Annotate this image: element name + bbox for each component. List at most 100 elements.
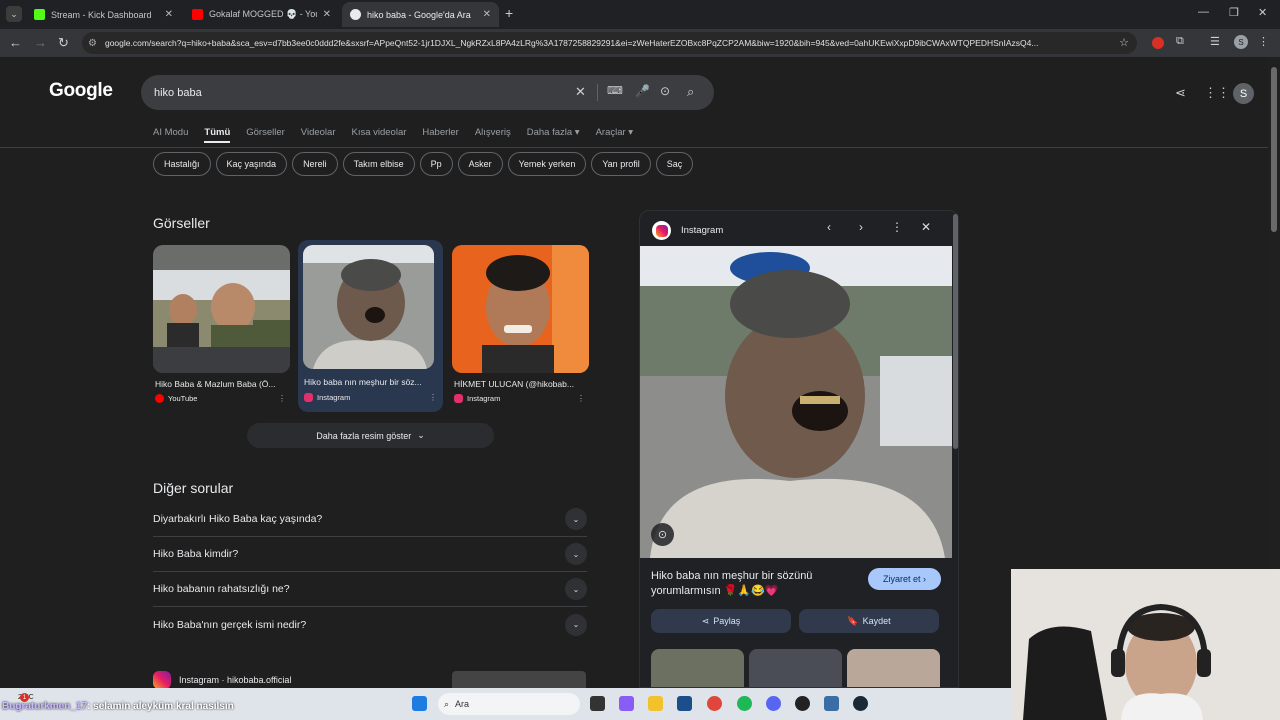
next-icon[interactable]: › xyxy=(859,220,863,234)
minimize-button[interactable]: — xyxy=(1198,6,1209,18)
more-options-icon[interactable]: ⋮ xyxy=(891,220,903,234)
tab-kick-dashboard[interactable]: Stream - Kick Dashboard ✕ xyxy=(26,2,181,27)
image-caption[interactable]: Hiko baba nın meşhur bir söz... xyxy=(304,377,429,387)
chip[interactable]: Takım elbise xyxy=(342,152,415,176)
chrome-menu-icon[interactable]: ⋮ xyxy=(1258,35,1269,48)
image-source[interactable]: YouTube xyxy=(155,394,197,403)
apps-grid-icon[interactable]: ⋮⋮ xyxy=(1204,85,1230,101)
faq-item[interactable]: Hiko Baba'nın gerçek ismi nedir? ⌄ xyxy=(153,607,587,642)
chevron-down-icon[interactable]: ⌄ xyxy=(565,508,587,530)
new-tab-button[interactable]: + xyxy=(505,6,519,20)
share-button[interactable]: ⋖ Paylaş xyxy=(651,609,791,633)
close-icon[interactable]: ✕ xyxy=(483,9,491,20)
lens-icon[interactable]: ⊙ xyxy=(651,523,674,546)
google-logo[interactable]: Google xyxy=(49,80,113,102)
tab-shopping[interactable]: Alışveriş xyxy=(475,127,511,143)
account-avatar[interactable]: S xyxy=(1233,83,1254,104)
chip[interactable]: Asker xyxy=(457,152,503,176)
chevron-down-icon[interactable]: ⌄ xyxy=(565,543,587,565)
restore-button[interactable]: ❐ xyxy=(1229,6,1239,19)
chip[interactable]: Pp xyxy=(419,152,453,176)
tab-images[interactable]: Görseller xyxy=(246,127,285,143)
result-thumbnail[interactable] xyxy=(452,671,586,688)
chip[interactable]: Kaç yaşında xyxy=(215,152,288,176)
tab-youtube[interactable]: Gokalaf MOGGED 💀 - YouTube ✕ xyxy=(184,2,339,27)
windows-start-icon[interactable] xyxy=(412,696,427,711)
tab-short-videos[interactable]: Kısa videolar xyxy=(351,127,406,143)
tab-search-button[interactable]: ⌄ xyxy=(6,6,22,22)
browser-profile-avatar[interactable]: S xyxy=(1234,35,1248,49)
previous-icon[interactable]: ‹ xyxy=(827,220,831,234)
address-bar[interactable]: ⚙ google.com/search?q=hiko+baba&sca_esv=… xyxy=(82,32,1137,54)
panel-scrollbar[interactable] xyxy=(953,214,958,449)
chip[interactable]: Yemek yerken xyxy=(507,152,587,176)
extensions-puzzle-icon[interactable]: ⧉ xyxy=(1176,35,1184,48)
more-images-button[interactable]: Daha fazla resim göster ⌄ xyxy=(247,423,494,448)
chip[interactable]: Nereli xyxy=(292,152,338,176)
save-button[interactable]: 🔖 Kaydet xyxy=(799,609,939,633)
result-source[interactable]: Instagram · hikobaba.official xyxy=(179,675,291,685)
image-source[interactable]: Instagram xyxy=(454,394,500,403)
tab-tools[interactable]: Araçlar ▾ xyxy=(596,127,634,143)
discord-icon[interactable] xyxy=(766,696,781,711)
tab-all[interactable]: Tümü xyxy=(204,127,231,143)
site-info-icon[interactable]: ⚙ xyxy=(88,38,97,49)
search-query[interactable]: hiko baba xyxy=(154,87,714,99)
chevron-down-icon[interactable]: ⌄ xyxy=(565,578,587,600)
app-icon[interactable] xyxy=(824,696,839,711)
related-image[interactable] xyxy=(847,649,940,687)
copilot-icon[interactable] xyxy=(619,696,634,711)
taskbar-search[interactable]: ⌕ Ara xyxy=(438,693,580,715)
image-source[interactable]: Instagram xyxy=(304,393,350,402)
steam-icon[interactable] xyxy=(853,696,868,711)
image-thumbnail[interactable] xyxy=(303,245,434,369)
scrollbar-thumb[interactable] xyxy=(1271,67,1277,232)
faq-item[interactable]: Hiko Baba kimdir? ⌄ xyxy=(153,537,587,572)
share-icon[interactable]: ⋖ xyxy=(1175,85,1186,101)
search-box[interactable]: hiko baba ✕ ⌨ 🎤 ⊙ ⌕ xyxy=(141,75,714,110)
visit-button[interactable]: Ziyaret et › xyxy=(868,568,941,590)
chip[interactable]: Yan profil xyxy=(591,152,651,176)
microphone-icon[interactable]: 🎤 xyxy=(635,84,650,98)
spotify-icon[interactable] xyxy=(737,696,752,711)
reload-icon[interactable]: ↻ xyxy=(58,35,69,51)
close-icon[interactable]: ✕ xyxy=(323,9,331,20)
forward-icon[interactable]: → xyxy=(34,35,47,50)
chevron-down-icon[interactable]: ⌄ xyxy=(565,613,587,636)
image-result-card-selected[interactable]: Hiko baba nın meşhur bir söz... Instagra… xyxy=(298,240,443,412)
search-icon[interactable]: ⌕ xyxy=(687,84,694,100)
image-thumbnail[interactable] xyxy=(153,245,290,373)
chip[interactable]: Saç xyxy=(655,152,694,176)
tab-news[interactable]: Haberler xyxy=(422,127,458,143)
image-caption[interactable]: HİKMET ULUCAN (@hikobab... xyxy=(454,379,579,389)
image-result-card[interactable]: Hiko Baba & Mazlum Baba (Ö... YouTube ⋮ xyxy=(153,245,290,410)
clear-icon[interactable]: ✕ xyxy=(575,84,586,100)
more-options-icon[interactable]: ⋮ xyxy=(278,394,286,403)
image-thumbnail[interactable] xyxy=(452,245,589,373)
tab-videos[interactable]: Videolar xyxy=(301,127,336,143)
extension-icon[interactable] xyxy=(1152,37,1164,49)
preview-image[interactable] xyxy=(640,246,952,558)
back-icon[interactable]: ← xyxy=(9,35,22,50)
lens-icon[interactable]: ⊙ xyxy=(660,84,670,98)
preview-title[interactable]: Hiko baba nın meşhur bir sözünü yorumlar… xyxy=(651,569,851,599)
obs-icon[interactable] xyxy=(795,696,810,711)
more-options-icon[interactable]: ⋮ xyxy=(429,393,437,402)
preview-source-name[interactable]: Instagram xyxy=(681,225,723,236)
tab-more[interactable]: Daha fazla ▾ xyxy=(527,127,580,143)
image-caption[interactable]: Hiko Baba & Mazlum Baba (Ö... xyxy=(155,379,280,389)
close-icon[interactable]: ✕ xyxy=(921,220,931,234)
close-icon[interactable]: ✕ xyxy=(165,9,173,20)
tab-ai-mode[interactable]: AI Modu xyxy=(153,127,188,143)
search-result-header[interactable]: Instagram · hikobaba.official xyxy=(153,671,291,688)
keyboard-icon[interactable]: ⌨ xyxy=(607,84,623,97)
image-result-card[interactable]: HİKMET ULUCAN (@hikobab... Instagram ⋮ xyxy=(452,245,589,410)
reading-list-icon[interactable]: ☰ xyxy=(1210,35,1220,48)
related-image[interactable] xyxy=(651,649,744,687)
task-view-icon[interactable] xyxy=(590,696,605,711)
app-icon[interactable] xyxy=(677,696,692,711)
bookmark-star-icon[interactable]: ☆ xyxy=(1119,36,1129,49)
chip[interactable]: Hastalığı xyxy=(153,152,211,176)
tab-google-search[interactable]: hiko baba - Google'da Ara ✕ xyxy=(342,2,499,27)
more-options-icon[interactable]: ⋮ xyxy=(577,394,585,403)
